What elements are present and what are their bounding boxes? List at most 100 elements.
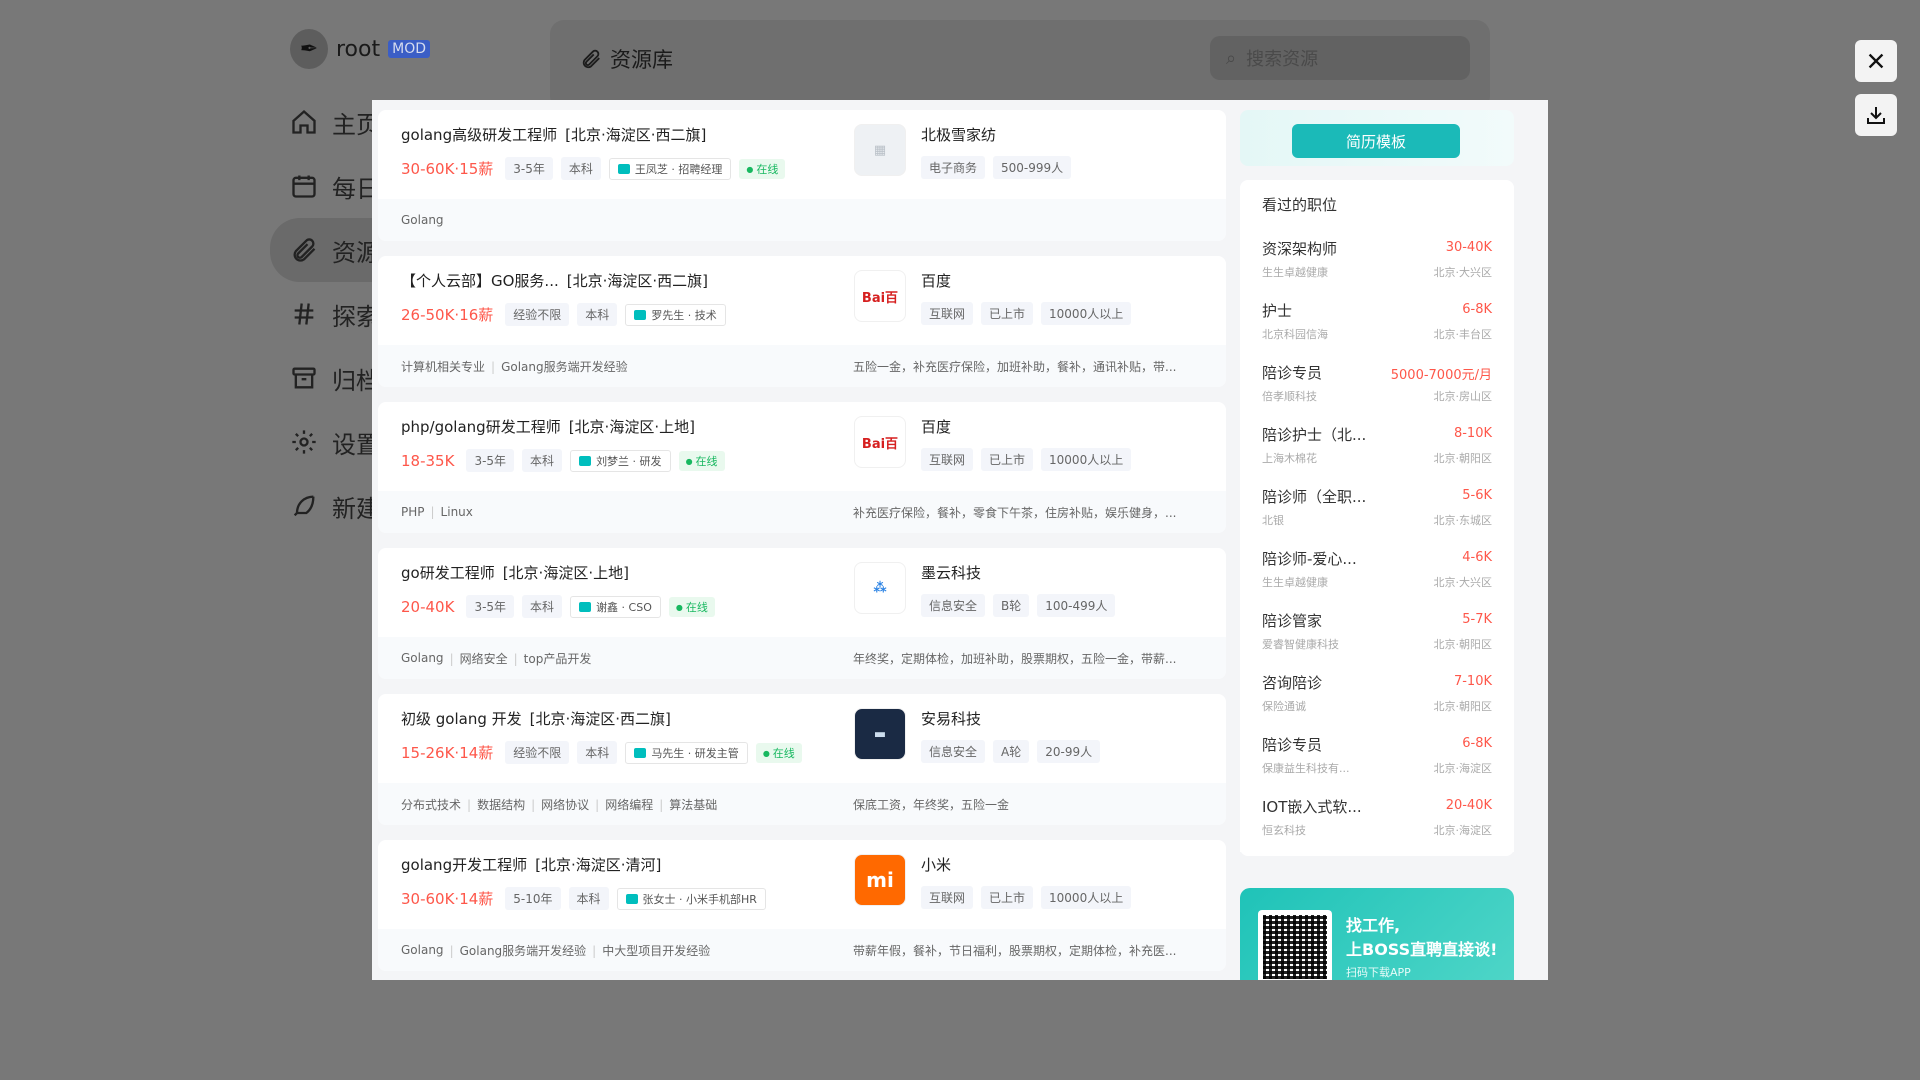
feather-icon xyxy=(293,495,315,517)
welfare-text: 补充医疗保险，餐补，零食下午茶，住房补贴，娱乐健身，... xyxy=(853,505,1177,520)
job-list: golang高级研发工程师 [北京·海淀区·西二旗] 30-60K·15薪 3-5年本… xyxy=(378,110,1226,980)
close-button[interactable] xyxy=(1855,40,1897,82)
degree-tag: 本科 xyxy=(568,887,609,910)
viewed-job-item[interactable]: 陪诊管家 爱睿智健康科技 5-7K 北京·朝阳区 xyxy=(1240,604,1514,666)
username: root xyxy=(336,36,381,62)
job-card[interactable]: 【个人云部】GO服务... [北京·海淀区·西二旗] 26-50K·16薪 经验不限本… xyxy=(378,256,1226,387)
viewed-job-company: 保康益生科技有... xyxy=(1262,762,1350,775)
recruiter-chip[interactable]: 张女士 · 小米手机部HR xyxy=(616,887,766,910)
degree-tag: 本科 xyxy=(577,303,618,326)
calendar-icon xyxy=(292,175,316,198)
company-name[interactable]: 安易科技 xyxy=(921,708,981,729)
right-sidebar: 简历模板 看过的职位 资深架构师 生生卓越健康 30-40K 北京·大兴区 护士 北京科园… xyxy=(1240,110,1514,980)
company-tag: 信息安全 xyxy=(921,594,986,617)
viewed-job-title: 陪诊护士（北... xyxy=(1262,426,1367,444)
job-meta: 26-50K·16薪 经验不限 本科 罗先生 · 技术 xyxy=(401,303,726,326)
chat-icon xyxy=(625,893,638,904)
viewed-job-title: 陪诊师（全职... xyxy=(1262,488,1367,506)
viewed-job-company: 生生卓越健康 xyxy=(1262,576,1328,589)
viewed-job-item[interactable]: 陪诊护士（北... 上海木棉花 8-10K 北京·朝阳区 xyxy=(1240,418,1514,480)
viewed-job-salary: 5-7K xyxy=(1462,612,1492,627)
job-card[interactable]: go研发工程师 [北京·海淀区·上地] 20-40K 3-5年本科 谢鑫 · CSO 在线… xyxy=(378,548,1226,679)
job-title[interactable]: golang高级研发工程师 [北京·海淀区·西二旗] xyxy=(401,124,706,145)
chat-icon xyxy=(579,455,592,466)
company-logo[interactable]: mi xyxy=(854,854,906,906)
job-card[interactable]: 初级 golang 开发 [北京·海淀区·西二旗] 15-26K·14薪 经验不限 本科… xyxy=(378,694,1226,825)
company-tag: 已上市 xyxy=(981,448,1034,471)
recruiter-chip[interactable]: 刘梦兰 · 研发 xyxy=(570,449,671,472)
job-card-bottom: Golang xyxy=(378,199,1226,241)
skill-tag: Golang xyxy=(401,651,444,665)
recruiter-chip[interactable]: 王凤芝 · 招聘经理 xyxy=(608,157,732,180)
company-tag: 10000人以上 xyxy=(1041,448,1132,471)
viewed-job-item[interactable]: 陪诊师-爱心... 生生卓越健康 4-6K 北京·大兴区 xyxy=(1240,542,1514,604)
job-title[interactable]: golang开发工程师 [北京·海淀区·清河] xyxy=(401,854,661,875)
skill-tags: PHPLinux xyxy=(401,505,473,519)
company-logo[interactable]: ▦ xyxy=(854,124,906,176)
job-area: [北京·海淀区·清河] xyxy=(535,856,662,874)
app-banner-line3: 扫码下载APP xyxy=(1346,966,1411,979)
job-title[interactable]: 【个人云部】GO服务... [北京·海淀区·西二旗] xyxy=(401,270,708,291)
viewed-job-item[interactable]: 咨询陪诊 保险通诚 7-10K 北京·朝阳区 xyxy=(1240,666,1514,728)
company-tag: 20-99人 xyxy=(1037,740,1101,763)
job-card-top: 【个人云部】GO服务... [北京·海淀区·西二旗] 26-50K·16薪 经验不限本… xyxy=(378,256,1226,345)
recruiter-chip[interactable]: 谢鑫 · CSO xyxy=(570,595,661,618)
job-card-top: go研发工程师 [北京·海淀区·上地] 20-40K 3-5年本科 谢鑫 · CSO 在线… xyxy=(378,548,1226,637)
degree-tag: 本科 xyxy=(522,449,563,472)
job-card[interactable]: php/golang研发工程师 [北京·海淀区·上地] 18-35K 3-5年 本科 刘梦… xyxy=(378,402,1226,533)
resume-template-button[interactable]: 简历模板 xyxy=(1292,124,1460,158)
company-tag: 电子商务 xyxy=(921,156,986,179)
job-meta: 15-26K·14薪经验不限本科 马先生 · 研发主管 在线 xyxy=(401,741,802,764)
download-button[interactable] xyxy=(1855,94,1897,136)
recruiter-name: 王凤芝 · 招聘经理 xyxy=(634,162,723,176)
settings-icon xyxy=(292,430,316,454)
skill-tag: 网络安全 xyxy=(444,650,508,667)
company-tag: 10000人以上 xyxy=(1041,302,1132,325)
app-banner-line1: 找工作, xyxy=(1346,916,1401,935)
job-name: 【个人云部】GO服务... xyxy=(401,272,559,290)
company-logo[interactable]: ▬ xyxy=(854,708,906,760)
company-tags: 互联网 已上市 10000人以上 xyxy=(921,448,1132,471)
viewed-jobs-title: 看过的职位 xyxy=(1262,196,1338,214)
skill-tag: 网络编程 xyxy=(589,796,653,813)
job-card[interactable]: golang高级研发工程师 [北京·海淀区·西二旗] 30-60K·15薪 3-5年本… xyxy=(378,110,1226,241)
viewed-job-title: 陪诊专员 xyxy=(1262,364,1323,382)
job-meta: 30-60K·14薪 5-10年 本科 张女士 · 小米手机部HR xyxy=(401,887,766,910)
company-logo[interactable]: Bai百 xyxy=(854,416,906,468)
experience-tag: 3-5年 xyxy=(505,157,553,180)
company-name[interactable]: 小米 xyxy=(921,854,951,875)
archive-icon xyxy=(292,367,316,389)
viewed-job-area: 北京·海淀区 xyxy=(1433,762,1493,775)
skill-tag: 中大型项目开发经验 xyxy=(586,942,710,959)
viewed-job-item[interactable]: 陪诊专员 倍孝顺科技 5000-7000元/月 北京·房山区 xyxy=(1240,356,1514,418)
job-meta: 30-60K·15薪 3-5年本科 王凤芝 · 招聘经理 在线 xyxy=(401,157,786,180)
company-name[interactable]: 百度 xyxy=(921,270,951,291)
viewed-job-salary: 6-8K xyxy=(1462,302,1492,317)
viewed-job-item[interactable]: IOT嵌入式软... 恒玄科技 20-40K 北京·海淀区 xyxy=(1240,790,1514,852)
viewed-job-title: 资深架构师 xyxy=(1262,240,1338,258)
viewed-job-item[interactable]: 陪诊专员 保康益生科技有... 6-8K 北京·海淀区 xyxy=(1240,728,1514,790)
company-name[interactable]: 百度 xyxy=(921,416,951,437)
company-name[interactable]: 墨云科技 xyxy=(921,562,981,583)
job-card[interactable]: golang开发工程师 [北京·海淀区·清河] 30-60K·14薪 5-10年 本科 张… xyxy=(378,840,1226,971)
search-input[interactable]: ⌕ 搜索资源 xyxy=(1210,36,1470,80)
company-logo[interactable]: ⁂ xyxy=(854,562,906,614)
resume-banner: 简历模板 xyxy=(1240,110,1514,166)
company-logo[interactable]: Bai百 xyxy=(854,270,906,322)
recruiter-name: 罗先生 · 技术 xyxy=(651,308,717,322)
recruiter-chip[interactable]: 马先生 · 研发主管 xyxy=(625,741,748,764)
viewed-job-item[interactable]: 护士 北京科园信海 6-8K 北京·丰台区 xyxy=(1240,294,1514,356)
viewed-job-title: 咨询陪诊 xyxy=(1262,674,1323,692)
company-name[interactable]: 北极雪家纺 xyxy=(921,124,996,145)
recruiter-chip[interactable]: 罗先生 · 技术 xyxy=(625,303,726,326)
app-download-banner[interactable]: 找工作, 上BOSS直聘直接谈! 扫码下载APP xyxy=(1240,888,1514,980)
user-profile: ✒ root MOD xyxy=(270,24,430,74)
viewed-job-company: 恒玄科技 xyxy=(1262,824,1306,837)
viewed-job-item[interactable]: 陪诊师（全职... 北银 5-6K 北京·东城区 xyxy=(1240,480,1514,542)
job-title[interactable]: 初级 golang 开发 [北京·海淀区·西二旗] xyxy=(401,708,671,729)
viewed-job-item[interactable]: 资深架构师 生生卓越健康 30-40K 北京·大兴区 xyxy=(1240,232,1514,294)
job-card-top: php/golang研发工程师 [北京·海淀区·上地] 18-35K 3-5年 本科 刘梦… xyxy=(378,402,1226,491)
job-title[interactable]: php/golang研发工程师 [北京·海淀区·上地] xyxy=(401,416,695,437)
recruiter-name: 张女士 · 小米手机部HR xyxy=(642,892,757,906)
job-title[interactable]: go研发工程师 [北京·海淀区·上地] xyxy=(401,562,629,583)
